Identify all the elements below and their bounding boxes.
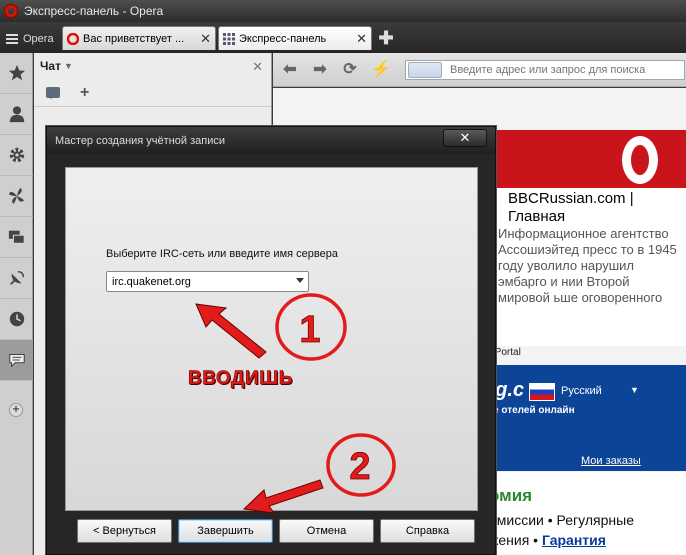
- opera-menu-label: Opera: [23, 33, 54, 45]
- my-orders-link: Мои заказы: [581, 455, 641, 467]
- irc-server-value: irc.quakenet.org: [112, 275, 191, 288]
- sidebar-panel: +: [0, 53, 33, 555]
- star-icon: [8, 64, 25, 81]
- sidebar-unite-button[interactable]: [0, 176, 33, 217]
- irc-server-combobox[interactable]: irc.quakenet.org: [106, 271, 309, 292]
- card-banner: [484, 130, 686, 188]
- magic-wand-icon[interactable]: ⚡: [371, 61, 391, 79]
- new-tab-button[interactable]: ✚: [377, 29, 395, 48]
- opera-menu-button[interactable]: Opera: [2, 28, 60, 50]
- step2-number: 2: [349, 446, 371, 489]
- dialog-titlebar[interactable]: Мастер создания учётной записи: [47, 127, 495, 154]
- speed-dial-card-bbc[interactable]: BBCRussian.com | Главная Информационное …: [483, 130, 686, 346]
- card-title: BBCRussian.com | Главная: [508, 190, 634, 225]
- chevron-down-icon: ▼: [630, 385, 639, 395]
- address-bar[interactable]: [405, 60, 685, 80]
- tab-speed-dial-label: Экспресс-панель: [239, 32, 327, 45]
- dialog-body: Выберите IRC-сеть или введите имя сервер…: [65, 167, 478, 511]
- window-titlebar: Экспресс-панель - Opera: [0, 0, 686, 22]
- tab-bar: Opera Вас приветствует ... ✕ Экспресс-па…: [0, 22, 686, 53]
- dialog-title: Мастер создания учётной записи: [55, 134, 225, 147]
- chevron-down-icon[interactable]: [296, 278, 304, 287]
- forward-arrow-icon[interactable]: ➡: [311, 61, 329, 79]
- chat-panel-title: Чат: [40, 59, 61, 73]
- card-text-line: жения • Гарантия: [489, 532, 606, 548]
- opera-tab-icon: [67, 32, 79, 45]
- speed-dial-card-booking[interactable]: ng.c Русский ▼ е отелей онлайн Мои заказ…: [483, 365, 686, 471]
- satellite-icon: [9, 270, 24, 285]
- tab-welcome[interactable]: Вас приветствует ... ✕: [62, 26, 216, 50]
- speed-dial-card-economy[interactable]: омия омиссии • Регулярные жения • Гарант…: [483, 472, 686, 555]
- back-button[interactable]: < Вернуться: [77, 519, 172, 543]
- back-arrow-icon[interactable]: ⬅: [281, 61, 299, 79]
- dialog-button-row: < Вернуться Завершить Отмена Справка: [47, 515, 495, 555]
- tab-speed-dial[interactable]: Экспресс-панель ✕: [218, 26, 372, 50]
- account-wizard-dialog: Мастер создания учётной записи ✕ Выберит…: [46, 126, 496, 555]
- security-badge-icon: [408, 62, 442, 78]
- windows-icon: [8, 230, 25, 244]
- guarantee-link: Гарантия: [541, 532, 606, 548]
- reload-icon[interactable]: ⟳: [341, 61, 359, 79]
- address-input[interactable]: [442, 62, 677, 78]
- dialog-close-button[interactable]: ✕: [443, 129, 487, 147]
- sidebar-windows-button[interactable]: [0, 217, 33, 258]
- speed-dial-grid-icon: [223, 32, 235, 45]
- chat-toolbar: +: [34, 79, 271, 107]
- language-selector: Русский: [561, 385, 602, 397]
- close-icon[interactable]: ✕: [252, 59, 263, 75]
- card-text: Информационное агентство Ассошиэйтед пре…: [498, 226, 677, 305]
- card-text-line: омиссии • Регулярные: [489, 512, 634, 528]
- sidebar-chat-button[interactable]: [0, 340, 33, 381]
- chevron-down-icon: ▼: [63, 61, 73, 71]
- fan-icon: [8, 187, 24, 205]
- chat-panel-header[interactable]: Чат ▼: [34, 53, 271, 79]
- card-subtitle: е отелей онлайн: [493, 405, 575, 416]
- russian-flag-icon: [529, 383, 555, 401]
- cancel-button[interactable]: Отмена: [279, 519, 374, 543]
- sidebar-history-button[interactable]: [0, 299, 33, 340]
- add-icon[interactable]: +: [80, 84, 89, 100]
- clock-icon: [9, 311, 24, 327]
- sidebar-add-panel-icon[interactable]: +: [9, 403, 23, 417]
- enter-caption: ВВОДИШЬ: [188, 368, 293, 390]
- sidebar-contacts-button[interactable]: [0, 94, 33, 135]
- chat-icon: [8, 354, 25, 368]
- person-icon: [9, 106, 24, 123]
- gear-icon: [9, 147, 24, 163]
- tab-welcome-label: Вас приветствует ...: [83, 32, 185, 45]
- help-button[interactable]: Справка: [380, 519, 475, 543]
- opera-o-logo: [622, 136, 658, 184]
- server-prompt-label: Выберите IRC-сеть или введите имя сервер…: [106, 248, 338, 260]
- sidebar-bookmarks-button[interactable]: [0, 53, 33, 94]
- sidebar-feeds-button[interactable]: [0, 258, 33, 299]
- close-tab-icon[interactable]: ✕: [356, 31, 367, 47]
- opera-logo-icon: [4, 4, 18, 18]
- card-text-prefix: жения •: [489, 532, 542, 548]
- navigation-toolbar: ⬅ ➡ ⟳ ⚡: [273, 53, 686, 87]
- chat-bubble-icon[interactable]: [46, 87, 60, 99]
- sidebar-settings-button[interactable]: [0, 135, 33, 176]
- window-title: Экспресс-панель - Opera: [24, 4, 164, 18]
- menu-icon: [6, 34, 18, 44]
- finish-button[interactable]: Завершить: [178, 519, 273, 543]
- close-tab-icon[interactable]: ✕: [200, 31, 211, 47]
- step1-number: 1: [299, 309, 321, 352]
